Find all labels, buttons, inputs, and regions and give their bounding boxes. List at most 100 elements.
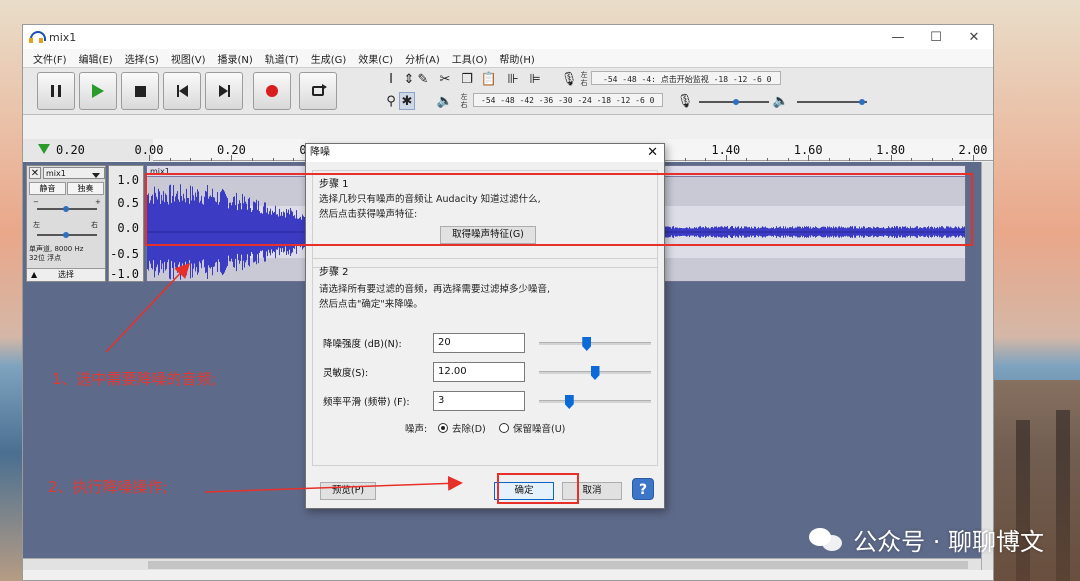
annotation-step2-text: 2、执行降噪操作; [48,478,168,496]
skip-end-icon [218,85,230,97]
dialog-close-button[interactable]: ✕ [647,144,658,162]
track-select-label: 选择 [58,270,74,279]
collapse-icon[interactable]: ▲ [31,269,37,281]
playback-volume-slider[interactable] [797,101,867,103]
timeline-tick-mark [808,155,810,161]
record-button[interactable] [253,72,291,110]
noise-reduction-slider[interactable] [539,337,651,351]
timeline-tick-mark [725,155,727,161]
track-name-label: mix1 [46,169,66,178]
copy-icon[interactable]: ❐ [459,70,475,88]
horizontal-scrollbar-thumb[interactable] [148,561,968,569]
frequency-smoothing-input[interactable]: 3 [433,391,525,411]
vertical-scrollbar[interactable] [981,162,993,570]
zoom-tool-icon[interactable]: ⚲ [383,92,399,110]
close-button[interactable]: ✕ [955,25,993,49]
frequency-smoothing-slider-thumb[interactable] [564,395,574,409]
track-close-button[interactable]: ✕ [29,167,41,179]
multi-tool-icon[interactable]: ✱ [399,92,415,110]
sensitivity-slider[interactable] [539,366,651,380]
play-meter-right-label: 右 [460,101,468,109]
annotation-step1-text: 1、选中需要降噪的音频; [52,370,217,388]
cut-icon[interactable]: ✂ [437,70,453,88]
timeline-tick-mark [272,158,274,161]
solo-button[interactable]: 独奏 [67,182,104,195]
timeline-lead-label: 0.20 [56,143,85,157]
menu-select[interactable]: 选择(S) [119,51,165,66]
record-meter-scale: -54 -48 -4: 点击开始监视 -18 -12 -6 0 [603,75,772,84]
record-volume-mic-icon: 🎙 [676,93,694,109]
track-format-info: 32位 浮点 [29,254,62,262]
selection-tool-icon[interactable]: I [383,70,399,88]
menu-tools[interactable]: 工具(O) [446,51,494,66]
track-info: 单声道, 8000 Hz 32位 浮点 [29,245,107,263]
menu-tracks[interactable]: 轨道(T) [259,51,305,66]
menu-generate[interactable]: 生成(G) [305,51,353,66]
dialog-title-bar: 降噪 ✕ [306,144,664,162]
residue-radio[interactable] [499,423,509,433]
loop-icon [312,84,327,96]
menu-edit[interactable]: 编辑(E) [73,51,119,66]
menu-analyze[interactable]: 分析(A) [399,51,446,66]
track-name-dropdown[interactable]: mix1 [43,167,105,179]
noise-reduction-label: 降噪强度 (dB)(N): [323,339,402,350]
play-icon [92,84,104,98]
amplitude-label: -0.5 [110,247,139,261]
silence-icon[interactable]: ⊫ [527,70,543,88]
noise-reduction-slider-thumb[interactable] [582,337,592,351]
draw-tool-icon[interactable]: ✎ [415,70,431,88]
playback-volume-knob[interactable] [859,99,865,105]
play-head-arrow-icon[interactable] [38,144,50,154]
menu-help[interactable]: 帮助(H) [493,51,540,66]
annotation-ok-box [497,473,579,504]
timeline-tick-mark [767,158,768,161]
pan-left-label: 左 [33,221,40,229]
menu-file[interactable]: 文件(F) [27,51,73,66]
remove-radio[interactable] [438,423,448,433]
audacity-logo-icon [29,30,46,44]
mute-button[interactable]: 静音 [29,182,66,195]
watermark-text: 公众号 · 聊聊博文 [853,528,1044,556]
loop-button[interactable] [299,72,337,110]
help-button[interactable]: ? [632,478,654,500]
timeline-header: 0.20 [23,139,153,161]
preview-button[interactable]: 预览(P) [320,482,376,500]
paste-icon[interactable]: 📋 [481,70,497,88]
sensitivity-slider-thumb[interactable] [590,366,600,380]
frequency-smoothing-slider[interactable] [539,395,651,409]
noise-reduction-input[interactable]: 20 [433,333,525,353]
residue-radio-label[interactable]: 保留噪音(U) [513,421,565,435]
stop-button[interactable] [121,72,159,110]
toolbar-area: I ⇕ ✎ ⚲ ✱ ✂ ❐ 📋 ⊪ ⊫ 🔈 🎙 左 右 -54 -48 -4: … [23,67,993,115]
sensitivity-label: 灵敏度(S): [323,368,369,379]
minimize-button[interactable]: — [879,25,917,49]
playback-meter-scale: -54 -48 -42 -36 -30 -24 -18 -12 -6 0 [481,96,655,105]
skip-to-start-button[interactable] [163,72,201,110]
sensitivity-input[interactable]: 12.00 [433,362,525,382]
timeline-tick-mark [849,158,851,161]
record-volume-knob[interactable] [733,99,739,105]
track-select-button[interactable]: ▲ 选择 [27,268,105,281]
menu-transport[interactable]: 播录(N) [212,51,259,66]
timeline-tick-mark [870,158,871,161]
maximize-button[interactable]: ☐ [917,25,955,49]
remove-radio-label[interactable]: 去除(D) [452,421,486,435]
timeline-tick-mark [684,158,686,161]
timeline-tick-mark [828,158,830,161]
microphone-icon[interactable]: 🎙 [561,70,578,88]
horizontal-scrollbar[interactable] [23,558,981,570]
record-icon [266,85,278,97]
menu-view[interactable]: 视图(V) [165,51,212,66]
trim-icon[interactable]: ⊪ [505,70,521,88]
pan-knob[interactable] [63,232,69,238]
menu-bar: 文件(F) 编辑(E) 选择(S) 视图(V) 播录(N) 轨道(T) 生成(G… [23,49,993,67]
menu-effect[interactable]: 效果(C) [352,51,399,66]
annotation-selection-box [145,173,973,246]
skip-to-end-button[interactable] [205,72,243,110]
pause-button[interactable] [37,72,75,110]
window-title: mix1 [49,30,77,44]
timeline-tick-mark [973,155,974,161]
gain-knob[interactable] [63,206,69,212]
track-rate-info: 单声道, 8000 Hz [29,245,84,253]
play-button[interactable] [79,72,117,110]
